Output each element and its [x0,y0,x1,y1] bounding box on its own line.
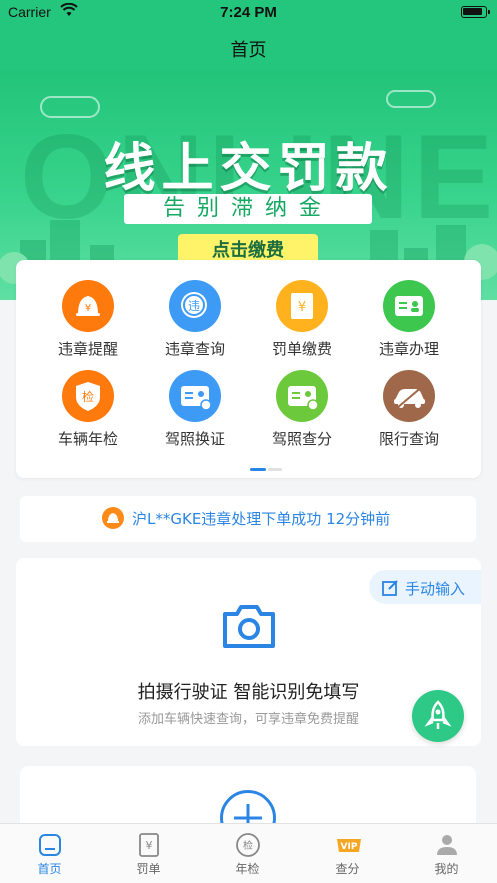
notice-bell-icon [102,507,124,529]
notice-bar[interactable]: 沪L**GKE违章处理下单成功 12分钟前 [20,496,476,542]
status-bar: Carrier 7:24 PM [0,0,497,26]
edit-icon [382,580,398,596]
page-dot [268,468,282,471]
menu-label: 罚单缴费 [271,340,332,358]
menu-item-annual-inspection[interactable]: 检 车辆年检 [38,370,138,449]
svg-text:检: 检 [82,389,94,404]
menu-label: 驾照换证 [164,430,225,448]
tab-label: 查分 [335,862,360,876]
tab-profile[interactable]: 我的 [397,824,496,883]
menu-item-violation-query[interactable]: 违 违章查询 [145,280,245,359]
tab-bar: 首页 ¥ 罚单 检 年检 VIP 查分 我的 [0,823,497,883]
menu-item-license-score[interactable]: 驾照查分 [252,370,352,449]
cloud-icon [386,90,436,108]
menu-item-violation-reminder[interactable]: ¥ 违章提醒 [38,280,138,359]
menu-label: 车辆年检 [57,430,118,448]
tab-label: 首页 [37,862,62,876]
rocket-icon [424,700,452,729]
manual-input-button[interactable]: 手动输入 [369,570,481,604]
menu-label: 违章查询 [164,340,225,358]
banner-headline: 线上交罚款 [103,139,394,199]
bell-icon: ¥ [62,280,114,332]
nav-bar: 首页 [0,26,497,70]
svg-text:VIP: VIP [340,842,357,852]
banner-subline: 告别滞纳金 [124,194,372,224]
ticket-icon: ¥ [136,832,162,858]
cloud-icon [40,96,100,118]
menu-label: 限行查询 [378,430,439,448]
menu-item-violation-handling[interactable]: 违章办理 [359,280,459,359]
svg-text:¥: ¥ [298,300,306,315]
home-icon [37,832,63,858]
tab-inspection[interactable]: 检 年检 [198,824,297,883]
inspection-icon: 检 [235,832,261,858]
manual-input-label: 手动输入 [405,580,466,598]
vip-icon: VIP [335,832,361,858]
tab-label: 我的 [434,862,459,876]
id-card-icon [383,280,435,332]
status-time: 7:24 PM [220,4,277,21]
svg-text:¥: ¥ [145,839,152,852]
tab-label: 罚单 [136,862,161,876]
menu-item-license-renewal[interactable]: 驾照换证 [145,370,245,449]
inspection-shield-icon: 检 [62,370,114,422]
page-indicator [250,468,282,487]
tab-label: 年检 [235,862,260,876]
ticket-yuan-icon: ¥ [276,280,328,332]
page-dot-active [250,468,266,471]
menu-label: 违章办理 [378,340,439,358]
service-menu-card: ¥ 违章提醒 违 违章查询 ¥ 罚单缴费 违章办理 检 车辆年检 驾照换证 驾照… [16,260,481,478]
notice-text: 沪L**GKE违章处理下单成功 12分钟前 [132,510,391,528]
car-restriction-icon [383,370,435,422]
menu-item-restriction-query[interactable]: 限行查询 [359,370,459,449]
tab-score[interactable]: VIP 查分 [298,824,397,883]
camera-icon[interactable] [221,602,277,650]
profile-icon [434,832,460,858]
rocket-button[interactable] [412,690,464,742]
tab-tickets[interactable]: ¥ 罚单 [99,824,198,883]
menu-item-ticket-payment[interactable]: ¥ 罚单缴费 [252,280,352,359]
svg-text:检: 检 [243,839,253,852]
menu-label: 驾照查分 [271,430,332,448]
svg-text:违: 违 [188,299,200,313]
svg-text:¥: ¥ [85,303,91,314]
license-score-icon [276,370,328,422]
battery-icon [461,6,490,18]
license-renew-icon [169,370,221,422]
tab-home[interactable]: 首页 [0,824,99,883]
menu-label: 违章提醒 [57,340,118,358]
search-violation-icon: 违 [169,280,221,332]
page-title: 首页 [230,40,267,61]
